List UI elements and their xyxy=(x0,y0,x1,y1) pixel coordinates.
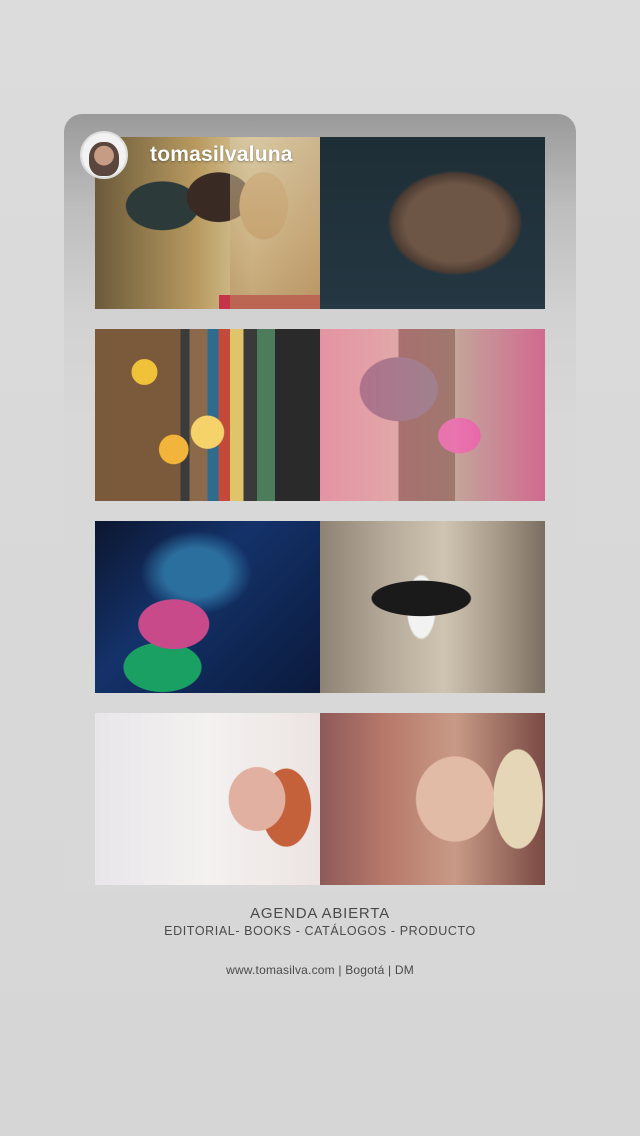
caption-services: EDITORIAL- BOOKS - CATÁLOGOS - PRODUCTO xyxy=(164,924,476,938)
grid-row xyxy=(95,329,545,501)
grid-row xyxy=(95,521,545,693)
photo-leather-jacket-pose[interactable] xyxy=(320,521,545,693)
photo-redhead-portrait[interactable] xyxy=(95,713,320,885)
photo-lemon-cocktail-still-life[interactable] xyxy=(95,329,320,501)
username-label[interactable]: tomasilvaluna xyxy=(150,143,293,167)
profile-avatar[interactable] xyxy=(80,131,128,179)
story-header: tomasilvaluna xyxy=(80,130,293,180)
caption-headline: AGENDA ABIERTA xyxy=(250,905,390,922)
photo-pink-hair-fur-coat[interactable] xyxy=(320,329,545,501)
photo-shaggy-dog[interactable] xyxy=(320,137,545,309)
grid-row xyxy=(95,713,545,885)
photo-stage-performer[interactable] xyxy=(95,521,320,693)
photo-tattooed-blonde-portrait[interactable] xyxy=(320,713,545,885)
avatar-face-icon xyxy=(89,142,119,176)
photo-grid xyxy=(95,137,545,905)
caption-contact[interactable]: www.tomasilva.com | Bogotá | DM xyxy=(0,963,640,977)
